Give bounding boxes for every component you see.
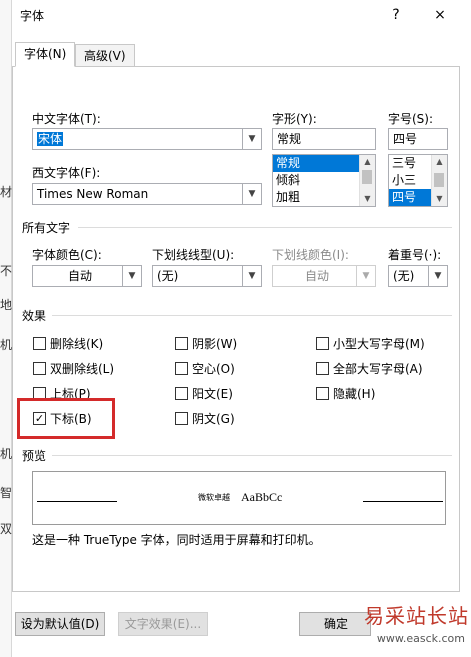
chevron-up-icon[interactable]: ▲ — [360, 155, 375, 169]
ok-button[interactable]: 确定 — [299, 612, 371, 636]
dialog-title: 字体 — [20, 9, 45, 23]
help-button[interactable]: ? — [385, 4, 407, 26]
emphasis-value: (无) — [393, 269, 415, 283]
preview-sample-latin: AaBbCc — [241, 490, 283, 504]
hidden-checkbox[interactable] — [316, 387, 329, 400]
preview-box: 微软卓越 AaBbCc — [32, 471, 446, 525]
text-effects-button[interactable]: 文字效果(E)... — [118, 612, 208, 636]
scrollbar-thumb[interactable] — [434, 173, 444, 187]
list-item[interactable]: 四号 — [389, 189, 431, 206]
preview-baseline — [37, 501, 117, 502]
underline-style-value: (无) — [157, 269, 179, 283]
font-color-value: 自动 — [67, 269, 92, 283]
chevron-down-icon[interactable]: ▼ — [360, 192, 375, 206]
tab-font[interactable]: 字体(N) — [15, 42, 76, 67]
underline-color-select[interactable]: 自动 ▼ — [272, 265, 376, 287]
section-divider — [52, 455, 452, 456]
background-char: 机 — [0, 447, 13, 461]
all-caps-checkbox[interactable] — [316, 362, 329, 375]
emphasis-label: 着重号(·): — [388, 248, 442, 262]
set-default-button[interactable]: 设为默认值(D) — [15, 612, 105, 636]
engrave-label[interactable]: 阴文(G) — [192, 410, 235, 427]
chevron-down-icon[interactable]: ▼ — [432, 192, 447, 206]
underline-style-label: 下划线线型(U): — [152, 248, 235, 262]
background-char: 材 — [0, 185, 13, 199]
hidden-label[interactable]: 隐藏(H) — [333, 385, 375, 402]
background-char: 智 — [0, 486, 13, 500]
engrave-checkbox[interactable] — [175, 412, 188, 425]
western-font-select[interactable]: Times New Roman ▼ — [32, 183, 262, 205]
underline-color-label: 下划线颜色(I): — [272, 248, 349, 262]
all-text-section-title: 所有文字 — [22, 221, 71, 235]
preview-section-title: 预览 — [22, 449, 47, 463]
tab-advanced[interactable]: 高级(V) — [75, 44, 135, 66]
emboss-label[interactable]: 阳文(E) — [192, 385, 233, 402]
chevron-down-icon: ▼ — [428, 266, 447, 286]
shadow-checkbox[interactable] — [175, 337, 188, 350]
chevron-up-icon[interactable]: ▲ — [432, 155, 447, 169]
font-style-input[interactable]: 常规 — [272, 128, 376, 150]
double-strikethrough-label[interactable]: 双删除线(L) — [50, 360, 114, 377]
small-caps-label[interactable]: 小型大写字母(M) — [333, 335, 425, 352]
background-char: 机 — [0, 338, 13, 352]
tab-font-label: 字体(N) — [24, 47, 67, 61]
preview-sample-cjk: 微软卓越 — [198, 493, 230, 502]
double-strikethrough-checkbox[interactable] — [33, 362, 46, 375]
font-size-input[interactable]: 四号 — [388, 128, 448, 150]
watermark-logo: 易采站长站 — [364, 604, 469, 628]
scrollbar[interactable]: ▲ ▼ — [431, 155, 447, 206]
section-divider — [52, 315, 452, 316]
background-char: 不 — [0, 264, 13, 278]
chinese-font-label: 中文字体(T): — [32, 112, 101, 126]
underline-style-select[interactable]: (无) ▼ — [152, 265, 262, 287]
tab-advanced-label: 高级(V) — [84, 49, 126, 63]
all-caps-label[interactable]: 全部大写字母(A) — [333, 360, 423, 377]
font-style-list[interactable]: 常规 倾斜 加粗 ▲ ▼ — [272, 154, 376, 207]
outline-label[interactable]: 空心(O) — [192, 360, 235, 377]
preview-baseline — [363, 501, 443, 502]
preview-note: 这是一种 TrueType 字体，同时适用于屏幕和打印机。 — [32, 533, 321, 547]
outline-checkbox[interactable] — [175, 362, 188, 375]
strikethrough-label[interactable]: 删除线(K) — [50, 335, 103, 352]
scrollbar-thumb[interactable] — [362, 170, 372, 184]
emboss-checkbox[interactable] — [175, 387, 188, 400]
strikethrough-checkbox[interactable] — [33, 337, 46, 350]
section-divider — [78, 227, 452, 228]
font-size-label: 字号(S): — [388, 112, 434, 126]
background-char: 地 — [0, 298, 13, 312]
emphasis-select[interactable]: (无) ▼ — [388, 265, 448, 287]
font-size-list[interactable]: 三号 小三 四号 ▲ ▼ — [388, 154, 448, 207]
background-document-strip — [0, 0, 12, 657]
background-char: 双 — [0, 522, 13, 536]
small-caps-checkbox[interactable] — [316, 337, 329, 350]
chevron-down-icon: ▼ — [242, 129, 261, 149]
chevron-down-icon: ▼ — [242, 266, 261, 286]
font-color-label: 字体颜色(C): — [32, 248, 102, 262]
chevron-down-icon: ▼ — [122, 266, 141, 286]
underline-color-value: 自动 — [304, 269, 329, 283]
shadow-label[interactable]: 阴影(W) — [192, 335, 237, 352]
chinese-font-value: 宋体 — [37, 132, 64, 146]
western-font-value: Times New Roman — [37, 187, 149, 201]
watermark-url: www.easck.com — [376, 632, 465, 645]
chinese-font-select[interactable]: 宋体 ▼ — [32, 128, 262, 150]
close-button[interactable]: × — [429, 4, 451, 26]
highlight-box — [17, 398, 115, 439]
scrollbar[interactable]: ▲ ▼ — [359, 155, 375, 206]
chevron-down-icon: ▼ — [356, 266, 375, 286]
font-style-label: 字形(Y): — [272, 112, 317, 126]
effects-section-title: 效果 — [22, 309, 47, 323]
list-item[interactable]: 常规 — [273, 155, 359, 172]
chevron-down-icon: ▼ — [242, 184, 261, 204]
western-font-label: 西文字体(F): — [32, 166, 101, 180]
font-color-select[interactable]: 自动 ▼ — [32, 265, 142, 287]
